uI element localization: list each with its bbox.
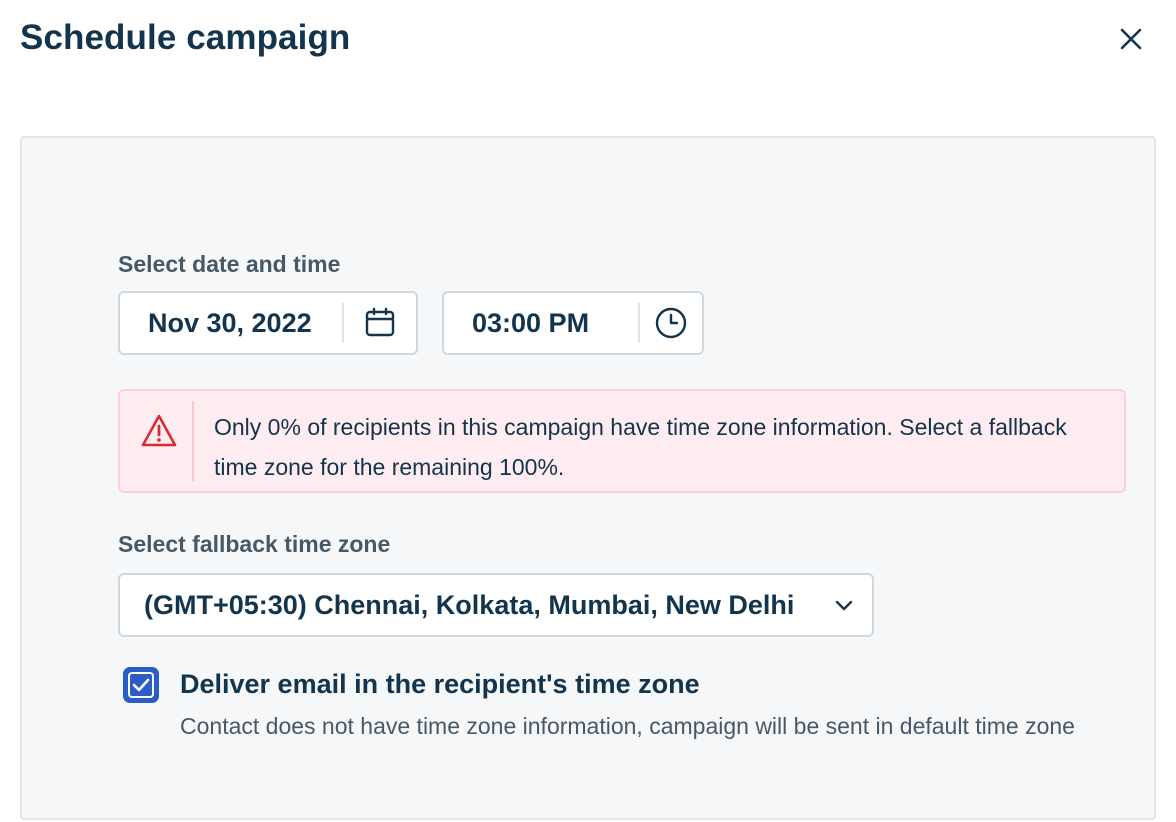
- alert-message: Only 0% of recipients in this campaign h…: [214, 414, 1067, 480]
- date-time-label: Select date and time: [118, 251, 341, 277]
- clock-button[interactable]: [640, 306, 702, 340]
- close-button[interactable]: [1114, 22, 1148, 56]
- fallback-timezone-label: Select fallback time zone: [118, 531, 391, 557]
- fallback-timezone-select[interactable]: (GMT+05:30) Chennai, Kolkata, Mumbai, Ne…: [118, 573, 874, 637]
- dialog-title: Schedule campaign: [20, 18, 351, 57]
- close-icon: [1120, 28, 1142, 50]
- fallback-timezone-value: (GMT+05:30) Chennai, Kolkata, Mumbai, Ne…: [144, 590, 795, 620]
- calendar-icon: [365, 307, 395, 337]
- date-value: Nov 30, 2022: [148, 307, 312, 338]
- warning-icon-wrapper: [140, 413, 178, 454]
- schedule-panel: Select date and time Nov 30, 2022 03:00 …: [20, 136, 1156, 820]
- warning-icon: [141, 414, 177, 447]
- schedule-campaign-dialog: Schedule campaign Select date and time N…: [0, 0, 1176, 822]
- chevron-down-icon: [835, 600, 853, 611]
- checkbox-box: [128, 672, 154, 698]
- deliver-timezone-label[interactable]: Deliver email in the recipient's time zo…: [180, 669, 700, 700]
- deliver-timezone-help: Contact does not have time zone informat…: [180, 713, 1075, 739]
- time-picker[interactable]: 03:00 PM: [442, 291, 704, 355]
- clock-icon: [655, 307, 687, 339]
- time-value: 03:00 PM: [472, 307, 590, 338]
- calendar-button[interactable]: [344, 307, 416, 339]
- alert-divider: [192, 401, 194, 481]
- checkmark-icon: [132, 678, 150, 692]
- date-picker[interactable]: Nov 30, 2022: [118, 291, 418, 355]
- timezone-warning-alert: Only 0% of recipients in this campaign h…: [118, 389, 1126, 493]
- deliver-timezone-checkbox[interactable]: [124, 668, 158, 702]
